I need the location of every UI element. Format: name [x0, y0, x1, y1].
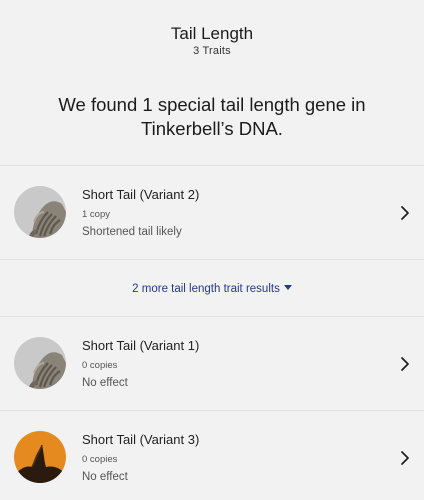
caret-down-icon: [283, 285, 292, 291]
effect-text: No effect: [82, 471, 128, 483]
result-title: Short Tail (Variant 2): [82, 187, 200, 202]
cat-tail-photo-icon: [14, 186, 66, 238]
page-header: Tail Length 3 Traits We found 1 special …: [0, 0, 424, 165]
show-more-results-link[interactable]: 2 more tail length trait results: [0, 283, 424, 295]
result-row-variant-2[interactable]: Short Tail (Variant 2) 1 copy Shortened …: [0, 166, 424, 259]
effect-text: No effect: [82, 377, 128, 389]
page-title: Tail Length: [170, 24, 254, 43]
effect-text: Shortened tail likely: [82, 226, 182, 238]
cat-tail-photo-icon: [14, 337, 66, 389]
result-row-variant-3[interactable]: Short Tail (Variant 3) 0 copies No effec…: [0, 411, 424, 500]
chevron-right-icon: [401, 357, 409, 371]
trait-count: 3 Traits: [193, 45, 231, 57]
chevron-right-icon: [401, 206, 409, 220]
summary-text: We found 1 special tail length gene in T…: [58, 94, 366, 139]
result-row-variant-1[interactable]: Short Tail (Variant 1) 0 copies No effec…: [0, 317, 424, 410]
result-title: Short Tail (Variant 1): [82, 338, 200, 353]
copy-count: 0 copies: [82, 360, 118, 371]
copy-count: 1 copy: [82, 209, 110, 220]
dog-tail-photo-icon: [14, 431, 66, 483]
chevron-right-icon: [401, 451, 409, 465]
copy-count: 0 copies: [82, 454, 118, 465]
result-title: Short Tail (Variant 3): [82, 432, 200, 447]
divider: [0, 259, 424, 260]
show-more-label: 2 more tail length trait results: [132, 283, 280, 295]
